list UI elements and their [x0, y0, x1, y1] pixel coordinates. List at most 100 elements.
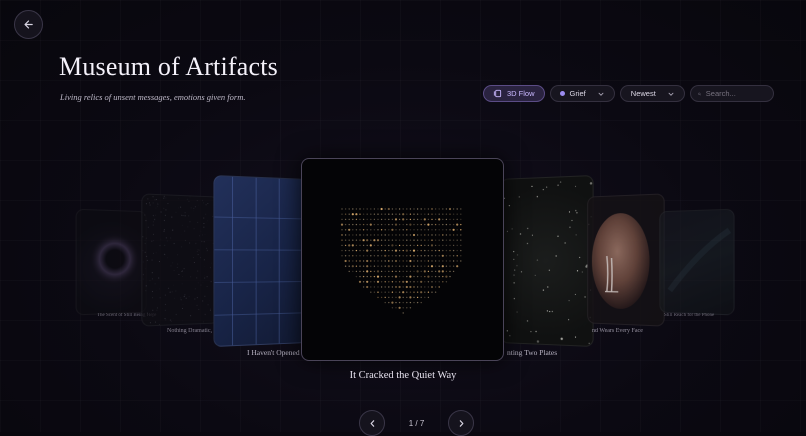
heart-dot [406, 260, 407, 261]
artifact-card[interactable] [76, 209, 147, 316]
noise-speck [170, 292, 171, 293]
heart-dot [453, 234, 454, 235]
heart-dot [345, 208, 346, 209]
artifact-card[interactable] [587, 193, 664, 326]
noise-speck [186, 298, 187, 299]
sort-select[interactable]: Newest [620, 85, 685, 102]
star-dot [535, 275, 536, 276]
heart-dot [381, 219, 382, 220]
noise-speck [165, 198, 166, 199]
noise-speck [198, 323, 199, 324]
artifact-card[interactable] [213, 175, 306, 347]
heart-dot [453, 250, 454, 251]
artifact-card[interactable] [141, 193, 218, 326]
heart-dot [439, 229, 440, 230]
heart-dot [446, 281, 447, 282]
next-button[interactable] [448, 410, 474, 436]
noise-speck [145, 243, 146, 244]
noise-speck [185, 276, 186, 277]
heart-dot [363, 276, 364, 277]
noise-speck [171, 265, 172, 266]
heart-dot [421, 245, 422, 246]
heart-dot [377, 292, 378, 293]
heart-dot [388, 292, 389, 293]
heart-dot [388, 240, 389, 241]
heart-dot [359, 245, 360, 246]
heart-dot [385, 250, 386, 251]
heart-dot [453, 255, 454, 256]
heart-dot [381, 286, 382, 287]
heart-dot [366, 270, 368, 272]
heart-dot [453, 229, 455, 231]
heart-dot [359, 276, 360, 277]
heart-dot [381, 266, 382, 267]
previous-button[interactable] [359, 410, 385, 436]
noise-speck [185, 294, 186, 295]
heart-dot [424, 292, 425, 293]
heart-dot [359, 240, 360, 241]
star-dot [507, 231, 508, 232]
noise-speck [152, 272, 153, 273]
noise-speck [184, 271, 185, 272]
heart-dot [457, 219, 458, 220]
star-dot [527, 320, 528, 321]
heart-dot [403, 271, 404, 272]
heart-dot [356, 255, 357, 256]
heart-dot [345, 234, 346, 235]
heart-dot [363, 266, 364, 267]
heart-dot [392, 260, 393, 261]
heart-dot [460, 245, 461, 246]
heart-dot [381, 250, 382, 251]
noise-speck [181, 246, 182, 247]
star-dot [569, 300, 570, 301]
star-dot [530, 331, 531, 332]
heart-dot [363, 208, 364, 209]
heart-dot [385, 271, 386, 272]
noise-speck [145, 268, 146, 269]
heart-dot [431, 250, 432, 251]
heart-dot [410, 245, 411, 246]
heart-dot [370, 240, 371, 241]
search-input[interactable] [706, 89, 766, 98]
noise-speck [207, 276, 208, 277]
heart-dot [406, 302, 407, 303]
heart-dot [377, 270, 379, 272]
heart-dot [431, 265, 433, 267]
noise-speck [204, 275, 205, 276]
heart-dot [413, 208, 414, 209]
noise-speck [150, 322, 151, 323]
noise-speck [171, 217, 172, 218]
heart-dot [420, 291, 422, 293]
noise-speck [160, 315, 161, 316]
heart-dot [356, 245, 357, 246]
heart-dot [449, 208, 451, 210]
noise-speck [211, 263, 212, 264]
artifact-card[interactable] [659, 209, 734, 316]
noise-speck [152, 297, 153, 298]
noise-speck [165, 304, 166, 305]
heart-dot [413, 255, 414, 256]
heart-dot [356, 240, 357, 241]
artifact-card-active[interactable] [301, 158, 504, 361]
artifact-card[interactable] [501, 175, 594, 347]
emotion-filter-select[interactable]: Grief [550, 85, 615, 102]
noise-speck [164, 254, 165, 255]
heart-dot [403, 260, 404, 261]
noise-speck [156, 290, 157, 291]
heart-dot [377, 208, 378, 209]
view-mode-toggle[interactable]: 3D Flow [483, 85, 545, 102]
heart-dot [421, 208, 422, 209]
heart-dot [453, 271, 454, 272]
heart-dot [374, 266, 375, 267]
heart-dot [352, 271, 353, 272]
heart-dot [413, 240, 414, 241]
heart-dot [460, 240, 461, 241]
noise-speck [160, 239, 161, 240]
noise-speck [188, 215, 189, 216]
heart-dot [403, 297, 404, 298]
noise-speck [177, 264, 178, 265]
card-title: nting Two Plates [507, 348, 557, 357]
back-button[interactable] [14, 10, 43, 39]
heart-dot [406, 208, 407, 209]
heart-dot [352, 229, 353, 230]
